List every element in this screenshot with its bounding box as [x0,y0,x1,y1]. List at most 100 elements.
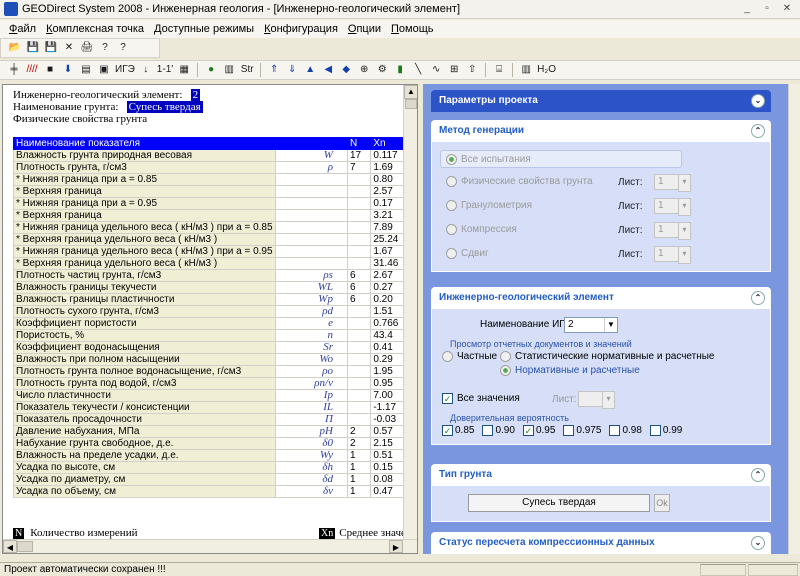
menu-config[interactable]: Конфигурация [259,23,343,35]
table-row[interactable]: * Верхняя граница 2.57 [13,185,405,198]
ok-button[interactable]: Ok [654,494,670,512]
pattern-icon[interactable]: ▦ [176,62,192,78]
radio-icon[interactable] [446,200,457,211]
opt-physical[interactable]: Физические свойства грунта [446,176,593,187]
table-row[interactable]: Влажность грунта природная весовая W 17 0.1… [13,149,405,162]
gen-method-header[interactable]: Метод генерации ⌃ [431,120,771,142]
horizontal-scrollbar[interactable]: ◀ ▶ [3,539,417,553]
status-panel-header[interactable]: Статус пересчета компрессионных данных ⌄ [431,532,771,554]
check-icon[interactable] [482,425,494,436]
table-row[interactable]: Усадка по объему, см δv 1 0.47 [13,485,405,498]
section-button[interactable]: 1-1' [156,62,174,78]
table-row[interactable]: Коэффициент водонасыщения Sr 0.41 [13,341,405,354]
download-icon[interactable]: ⬇ [60,62,76,78]
sheet-combo[interactable]: 1 [654,222,691,240]
scroll-up-icon[interactable]: ▲ [404,85,417,99]
table-row[interactable]: Плотность сухого грунта, г/см3 ρd 1.51 [13,305,405,318]
close-button[interactable]: ✕ [778,2,796,16]
vertical-scrollbar[interactable]: ▲ [403,85,417,541]
scroll-thumb-h[interactable] [17,541,33,552]
scroll-thumb[interactable] [405,99,417,109]
table-row[interactable]: Число пластичности Ip 7.00 [13,389,405,402]
opt-compression[interactable]: Компрессия [446,224,517,235]
gear-icon[interactable]: ⚙ [374,62,390,78]
conf-checkbox[interactable]: 0.975 [563,425,601,436]
table-row[interactable]: Показатель текучести / консистенции IL -1.… [13,401,405,414]
bars-icon[interactable]: ▥ [518,62,534,78]
globe-icon[interactable]: ● [203,62,219,78]
chevron-down-icon[interactable]: ▼ [604,318,617,332]
table-row[interactable]: Усадка по высоте, см δh 1 0.15 [13,461,405,474]
view-opt-partial[interactable]: Частные [442,351,497,362]
table-row[interactable]: Набухание грунта свободное, д.е. δ0 2 2.15 [13,437,405,450]
expand-icon[interactable]: ⌃ [751,124,765,138]
diamond-icon[interactable]: ◆ [338,62,354,78]
minimize-button[interactable]: _ [738,2,756,16]
radio-icon[interactable] [446,248,457,259]
conf-checkbox[interactable]: ✓ 0.85 [442,425,474,436]
table-row[interactable]: Показатель просадочности П -0.03 [13,413,405,426]
check-icon[interactable] [609,425,621,436]
table-row[interactable]: Давление набухания, МПа pH 2 0.57 [13,425,405,438]
export-icon[interactable]: ⇧ [464,62,480,78]
menu-file[interactable]: Файл [4,23,41,35]
radio-icon[interactable] [500,365,511,376]
view-opt-normative[interactable]: Нормативные и расчетные [500,365,640,376]
print-icon[interactable]: 🖨 [79,40,95,56]
restore-button[interactable]: ▫ [758,2,776,16]
sheet2-combo[interactable] [578,391,615,409]
table-row[interactable]: * Верхняя граница 3.21 [13,209,405,222]
delete-icon[interactable]: ✕ [61,40,77,56]
menu-complex-point[interactable]: Комплексная точка [41,23,149,35]
arrow-down-icon[interactable]: ↓ [138,62,154,78]
collapse-icon[interactable]: ⌄ [751,536,765,550]
table-row[interactable]: Плотность частиц грунта, г/см3 ρs 6 2.67 [13,269,405,282]
line-icon[interactable]: ╲ [410,62,426,78]
wave-icon[interactable]: ∿ [428,62,444,78]
save-as-icon[interactable]: 💾 [43,40,59,56]
save-icon[interactable]: 💾 [25,40,41,56]
radio-icon[interactable] [446,176,457,187]
table-row[interactable]: Плотность грунта полное водонасыщение, г… [13,365,405,378]
radio-icon[interactable] [442,351,453,362]
table-row[interactable]: Влажность границы текучести WL 6 0.27 [13,281,405,294]
menu-options[interactable]: Опции [343,23,386,35]
table-row[interactable]: * Верхняя граница удельного веса ( кН/м3… [13,233,405,246]
conf-checkbox[interactable]: 0.98 [609,425,642,436]
box-icon[interactable]: ⊞ [446,62,462,78]
table-row[interactable]: Плотность грунта под водой, г/см3 ρn/v 0.9… [13,377,405,390]
open-icon[interactable]: 📂 [7,40,23,56]
table-row[interactable]: * Верхняя граница удельного веса ( кН/м3… [13,257,405,270]
book-icon[interactable]: ▥ [221,62,237,78]
view-opt-stat[interactable]: Статистические нормативные и расчетные [500,351,715,362]
ige-name-combo[interactable]: 2 ▼ [564,317,618,333]
down-icon[interactable]: ⇓ [284,62,300,78]
check-icon[interactable] [649,425,661,436]
calculator-icon[interactable]: ⌸ [491,62,507,78]
panel-icon[interactable]: ▣ [96,62,112,78]
scroll-right-icon[interactable]: ▶ [389,540,403,553]
table-row[interactable]: Влажность при полном насыщении Wo 0.29 [13,353,405,366]
project-params-header[interactable]: Параметры проекта ⌄ [431,90,771,112]
table-row[interactable]: * Нижняя граница при a = 0.95 0.17 [13,197,405,210]
ige-panel-header[interactable]: Инженерно-геологический элемент ⌃ [431,287,771,309]
task-pane-scrollbar[interactable] [788,84,800,554]
check-icon[interactable] [563,425,575,436]
table-row[interactable]: Пористость, % n 43.4 [13,329,405,342]
hatch-icon[interactable]: //// [24,62,40,78]
table-row[interactable]: Влажность на пределе усадки, д.е. Wy 1 0.51 [13,449,405,462]
all-values-checkbox[interactable]: ✓ Все значения [442,393,520,404]
table-row[interactable]: Плотность грунта, г/см3 ρ 7 1.69 [13,161,405,174]
layer-icon[interactable]: ▮ [392,62,408,78]
menu-help[interactable]: Помощь [386,23,439,35]
water-icon[interactable]: H₂O [536,62,557,78]
grid-icon[interactable]: ╪ [6,62,22,78]
table-row[interactable]: Усадка по диаметру, см δd 1 0.08 [13,473,405,486]
triangle-left-icon[interactable]: ◀ [320,62,336,78]
collapse-icon[interactable]: ⌄ [751,94,765,108]
conf-checkbox[interactable]: ✓ 0.95 [522,425,555,436]
opt-all-tests[interactable]: Все испытания [446,154,531,165]
check-icon[interactable]: ✓ [442,393,453,404]
table-row[interactable]: Коэффициент пористости e 0.766 [13,317,405,330]
conf-checkbox[interactable]: 0.90 [482,425,515,436]
